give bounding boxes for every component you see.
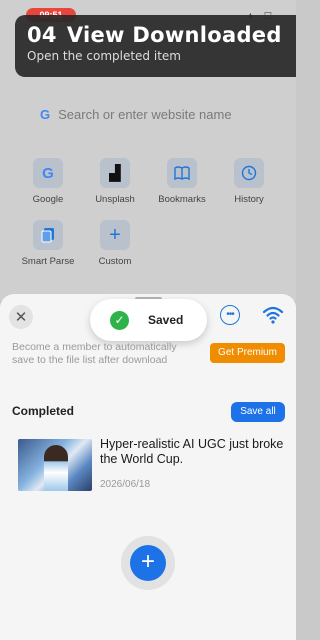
saved-label: Saved — [148, 313, 184, 327]
document-icon — [41, 228, 54, 243]
shortcut-label: Google — [32, 194, 64, 205]
shortcut-bookmarks[interactable]: Bookmarks — [150, 158, 214, 205]
wifi-button[interactable] — [262, 305, 284, 325]
wifi-icon — [262, 306, 284, 324]
shortcut-custom[interactable]: + Custom — [83, 220, 147, 267]
get-premium-button[interactable]: Get Premium — [210, 343, 285, 363]
shortcut-smart-parse[interactable]: Smart Parse — [16, 220, 80, 267]
book-icon — [174, 166, 190, 180]
step-number: 04 — [27, 23, 57, 47]
google-icon: G — [40, 106, 51, 122]
shortcut-label: History — [234, 194, 264, 205]
close-button[interactable]: ✕ — [9, 305, 33, 329]
thumbnail-person — [44, 445, 68, 491]
plus-icon: + — [140, 548, 155, 575]
completed-heading: Completed — [12, 404, 75, 418]
shortcut-label: Bookmarks — [158, 194, 206, 205]
video-thumbnail — [18, 439, 92, 491]
add-button[interactable]: + — [130, 545, 166, 581]
step-title: 04 View Downloaded — [27, 23, 282, 47]
step-banner: 04 View Downloaded Open the completed ite… — [15, 15, 296, 77]
unsplash-glyph: ▟ — [109, 165, 121, 182]
shortcut-label: Custom — [98, 256, 132, 267]
clock-icon — [241, 165, 257, 181]
shortcut-label: Unsplash — [95, 194, 135, 205]
step-subtitle: Open the completed item — [27, 49, 181, 63]
history-icon — [234, 158, 264, 188]
add-glyph: + — [109, 223, 121, 246]
step-title-text: View Downloaded — [66, 23, 282, 47]
item-date: 2026/06/18 — [100, 479, 151, 490]
check-glyph: ✓ — [114, 313, 125, 327]
search-bar[interactable]: G Search or enter website name — [40, 104, 232, 124]
shortcut-unsplash[interactable]: ▟ Unsplash — [83, 158, 147, 205]
save-all-button[interactable]: Save all — [231, 402, 285, 422]
more-icon: ••• — [226, 309, 234, 320]
more-button[interactable]: ••• — [220, 305, 240, 325]
saved-toast: ✓ Saved — [90, 299, 207, 341]
list-item[interactable]: Hyper-realistic AI UGC just broke the Wo… — [18, 437, 288, 492]
membership-notice: Become a member to automatically save to… — [12, 341, 177, 366]
shortcut-history[interactable]: History — [217, 158, 281, 205]
shortcut-label: Smart Parse — [21, 256, 75, 267]
check-icon: ✓ — [110, 310, 129, 330]
google-glyph: G — [42, 164, 54, 182]
smart-parse-icon — [33, 220, 63, 250]
unsplash-icon: ▟ — [100, 158, 130, 188]
add-icon: + — [100, 220, 130, 250]
bookmarks-icon — [167, 158, 197, 188]
item-title: Hyper-realistic AI UGC just broke the Wo… — [100, 437, 284, 466]
shortcut-google[interactable]: G Google — [16, 158, 80, 205]
search-placeholder: Search or enter website name — [58, 106, 232, 122]
google-icon: G — [33, 158, 63, 188]
close-icon: ✕ — [14, 309, 28, 326]
download-sheet: ✕ ✓ Saved ••• Become a member to automat… — [0, 294, 296, 640]
